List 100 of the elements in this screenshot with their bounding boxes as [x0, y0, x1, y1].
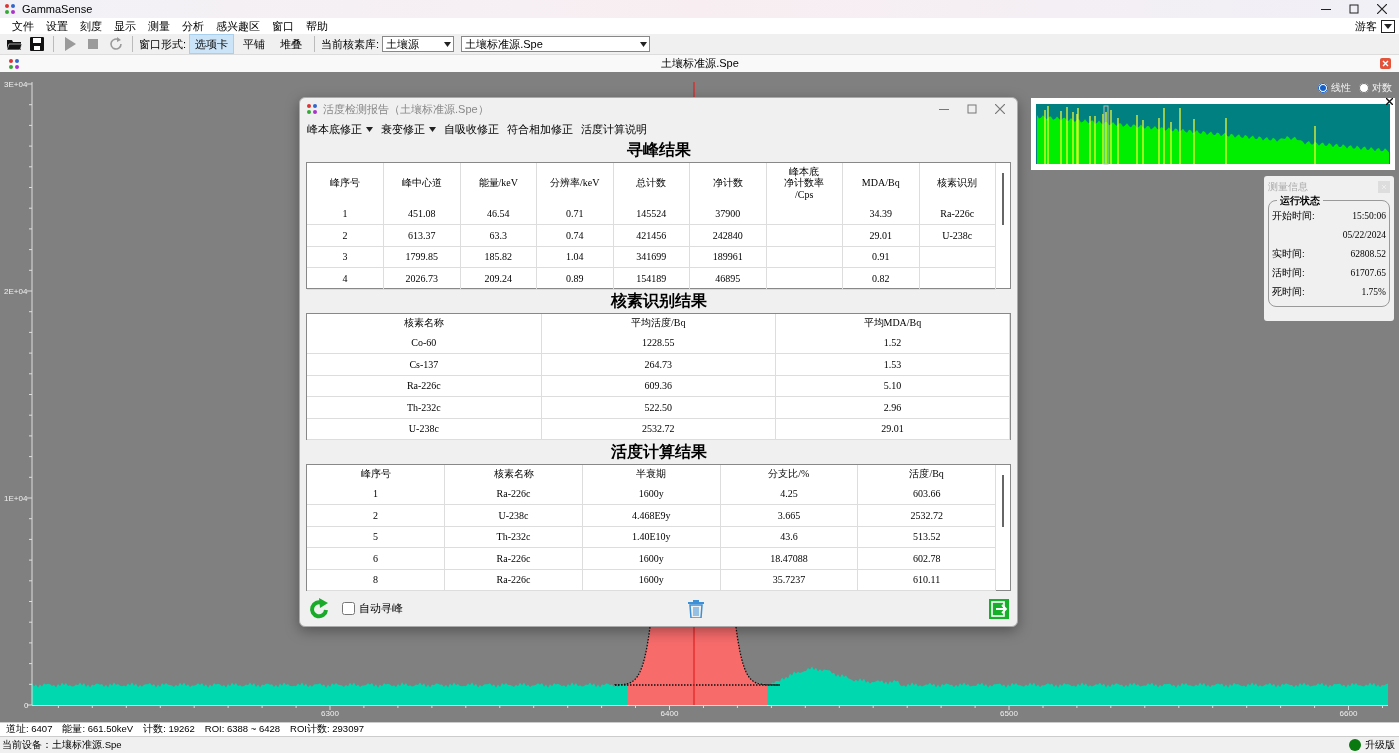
table-cell: 1799.85: [383, 246, 460, 268]
axis-label: 6600: [1339, 709, 1358, 718]
axis-label: 1E+04: [4, 494, 28, 503]
radio-button[interactable]: [1318, 82, 1328, 93]
library-dropdown[interactable]: 土壤源: [382, 36, 455, 52]
menu-item[interactable]: 衰变修正: [377, 120, 440, 138]
table-cell: Ra-226c: [919, 203, 996, 225]
status-text: 道址: 6407: [6, 722, 53, 737]
trash-icon[interactable]: [688, 599, 704, 618]
menu-item[interactable]: 帮助: [300, 17, 334, 35]
table-cell: 209.24: [460, 267, 537, 290]
checkbox[interactable]: [342, 602, 355, 615]
table-cell: 3.665: [720, 504, 858, 527]
scrollbar[interactable]: [1002, 173, 1004, 225]
section-title: 活度计算结果: [610, 442, 707, 462]
info-value: 1.75%: [1361, 286, 1386, 300]
table-cell: U-238c: [444, 504, 583, 527]
save-icon[interactable]: [29, 36, 45, 52]
table-cell: Ra-226c: [444, 483, 583, 505]
table-cell: 18.47088: [720, 547, 858, 570]
window-mode-button[interactable]: 平铺: [237, 33, 272, 55]
caret-icon: [366, 126, 373, 132]
maximize-icon[interactable]: [1349, 4, 1359, 14]
menu-item[interactable]: 感兴趣区: [210, 17, 266, 35]
table-cell: 242840: [689, 224, 766, 247]
table-cell: 189961: [689, 246, 766, 268]
table-cell: 37900: [689, 203, 766, 225]
table-cell: 264.73: [541, 353, 776, 376]
scrollbar[interactable]: [1002, 475, 1004, 527]
table-cell: 35.7237: [720, 569, 858, 591]
caret-icon: [429, 126, 436, 132]
table-cell: 421456: [613, 224, 690, 247]
table-cell: 610.11: [857, 569, 996, 591]
table-cell: 8: [307, 569, 445, 591]
axis-label: 6400: [660, 709, 679, 718]
dropdown-icon[interactable]: [1381, 19, 1395, 33]
close-icon[interactable]: [1386, 98, 1393, 105]
table-cell: 341699: [613, 246, 690, 268]
menu-item[interactable]: 设置: [40, 17, 74, 35]
app-icon: [4, 3, 16, 15]
column-header: 核素识别: [919, 163, 996, 203]
column-header: 活度/Bq: [857, 465, 996, 483]
table-cell: 4.468E9y: [582, 504, 721, 527]
window-mode-button[interactable]: 选项卡: [189, 33, 235, 55]
panel-title: 测量信息: [1268, 180, 1308, 194]
info-value: 62808.52: [1350, 248, 1386, 262]
table-cell: 3: [307, 246, 384, 268]
info-value: 05/22/2024: [1342, 229, 1386, 243]
axis-label: 0: [24, 701, 29, 710]
column-header: 净计数: [689, 163, 766, 203]
table-cell: 2.96: [775, 396, 1010, 419]
radio-label: 线性: [1331, 81, 1351, 95]
axis-label: 3E+04: [4, 80, 28, 89]
document-title: 土壤标准源.Spe: [661, 56, 739, 72]
column-header: 总计数: [613, 163, 690, 203]
table-cell: U-238c: [307, 418, 542, 440]
refresh-icon[interactable]: [308, 597, 330, 620]
radio-button[interactable]: [1359, 82, 1369, 93]
checkbox-label: 自动寻峰: [359, 601, 403, 617]
menu-item[interactable]: 符合相加修正: [503, 120, 577, 138]
table-cell: 1: [307, 483, 445, 505]
column-header: 核素名称: [444, 465, 583, 483]
table-cell: 5: [307, 526, 445, 548]
table-cell: 2532.72: [857, 504, 996, 527]
column-header: 峰序号: [307, 465, 445, 483]
close-icon[interactable]: [1377, 4, 1387, 14]
window-mode-button[interactable]: 堆叠: [274, 33, 309, 55]
axis-label: 6500: [1000, 709, 1018, 718]
table-cell: 185.82: [460, 246, 537, 268]
menu-item[interactable]: 窗口: [266, 17, 300, 35]
column-header: /Cps: [794, 188, 815, 201]
toolbar-label: 窗口形式:: [139, 36, 187, 52]
menu-item[interactable]: 自吸收修正: [440, 120, 503, 138]
table-cell: 2026.73: [383, 267, 460, 290]
info-label: 死时间:: [1272, 285, 1305, 300]
menu-item[interactable]: 刻度: [74, 17, 108, 35]
status-text: 能量: 661.50keV: [62, 722, 134, 737]
column-header: 平均MDA/Bq: [775, 314, 1010, 332]
table-cell: 154189: [613, 267, 690, 290]
table-cell: 34.39: [842, 203, 919, 225]
table-cell: 2: [307, 504, 445, 527]
column-header: 核素名称: [307, 314, 542, 332]
menu-item[interactable]: 峰本底修正: [303, 120, 377, 138]
file-dropdown[interactable]: 土壤标准源.Spe: [461, 36, 651, 52]
toolbar-label: 当前核素库:: [321, 36, 380, 52]
menu-item[interactable]: 文件: [6, 17, 40, 35]
table-cell: 1: [307, 203, 384, 225]
axis-label: 2E+04: [4, 287, 28, 296]
menu-item[interactable]: 显示: [108, 17, 142, 35]
caret-icon: [640, 41, 648, 47]
menu-item[interactable]: 分析: [176, 17, 210, 35]
table-cell: 2: [307, 224, 384, 247]
table-cell: 29.01: [775, 418, 1010, 440]
menu-item[interactable]: 活度计算说明: [577, 120, 651, 138]
table-cell: 609.36: [541, 375, 776, 397]
table-cell: 0.91: [842, 246, 919, 268]
menu-item[interactable]: 测量: [142, 17, 176, 35]
table-cell: 603.66: [857, 483, 996, 505]
column-header: 能量/keV: [460, 163, 537, 203]
exit-icon[interactable]: [989, 598, 1009, 619]
